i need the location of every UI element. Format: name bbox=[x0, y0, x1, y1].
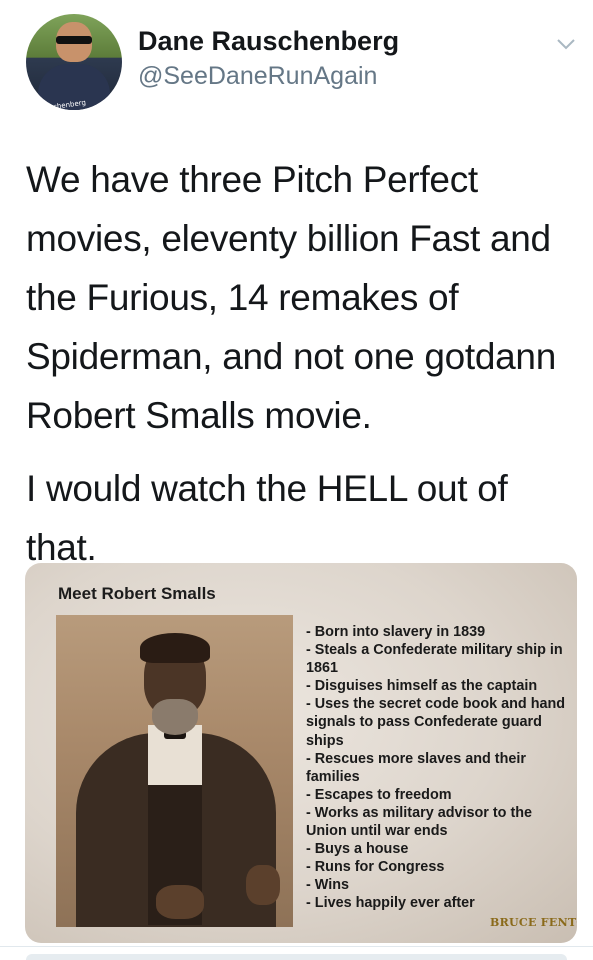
artist-signature: BRUCE FENTON bbox=[490, 916, 577, 929]
author-display-name[interactable]: Dane Rauschenberg bbox=[138, 26, 399, 57]
fact-item: - Uses the secret code book and hand sig… bbox=[306, 696, 566, 749]
divider bbox=[0, 946, 593, 947]
tweet-text: We have three Pitch Perfect movies, elev… bbox=[26, 150, 571, 577]
portrait-beard bbox=[152, 699, 198, 735]
portrait-hand-left bbox=[156, 885, 204, 919]
portrait-hair bbox=[140, 633, 210, 663]
next-card-edge bbox=[26, 954, 567, 960]
tweet-paragraph-1: We have three Pitch Perfect movies, elev… bbox=[26, 159, 556, 436]
facts-list: - Born into slavery in 1839 - Steals a C… bbox=[306, 623, 568, 913]
fact-item: - Steals a Confederate military ship in … bbox=[306, 642, 563, 677]
avatar-sunglasses bbox=[56, 36, 92, 44]
chevron-down-icon[interactable] bbox=[556, 37, 576, 51]
portrait-hand-right bbox=[246, 865, 280, 905]
fact-item: - Lives happily ever after bbox=[306, 895, 475, 912]
tweet-paragraph-2: I would watch the HELL out of that. bbox=[26, 468, 508, 568]
fact-item: - Works as military advisor to the Union… bbox=[306, 804, 533, 840]
fact-item: - Rescues more slaves and their families bbox=[306, 750, 526, 785]
avatar[interactable]: Rauschenberg bbox=[26, 14, 122, 110]
fact-item: - Escapes to freedom bbox=[306, 786, 452, 803]
robert-smalls-portrait bbox=[56, 615, 293, 927]
image-title: Meet Robert Smalls bbox=[58, 584, 216, 603]
author-handle[interactable]: @SeeDaneRunAgain bbox=[138, 62, 377, 91]
fact-item: - Disguises himself as the captain bbox=[306, 678, 538, 695]
fact-item: - Wins bbox=[306, 877, 350, 894]
fact-item: - Runs for Congress bbox=[306, 859, 445, 876]
fact-item: - Buys a house bbox=[306, 841, 409, 858]
fact-item: - Born into slavery in 1839 bbox=[306, 624, 486, 640]
tweet-image[interactable]: Meet Robert Smalls - Born into slavery i… bbox=[25, 563, 577, 943]
